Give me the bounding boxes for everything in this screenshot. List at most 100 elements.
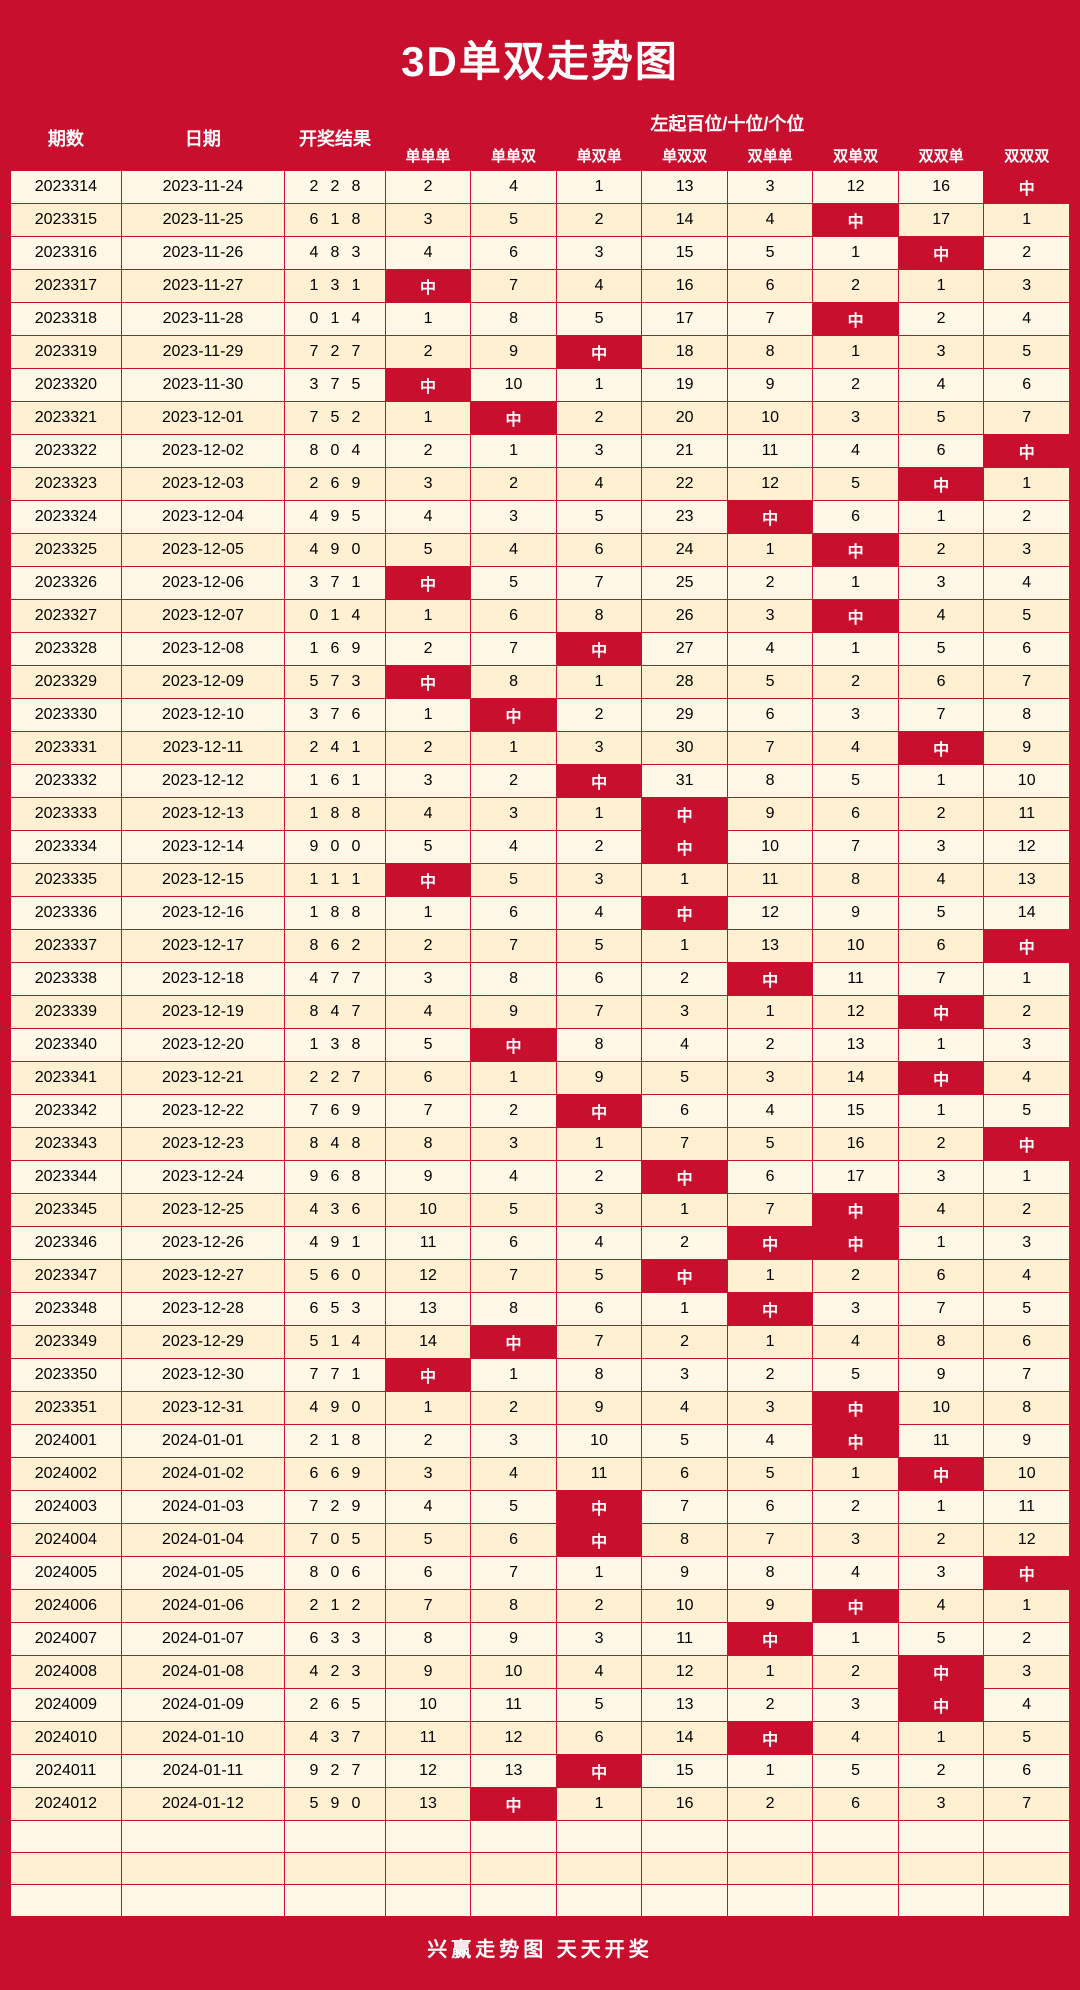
table-row: 20233502023-12-30771中1832597 [11, 1359, 1070, 1392]
cell-val-5: 4 [813, 435, 899, 468]
cell-val-7: 中 [984, 171, 1070, 204]
table-row: 20233482023-12-2865313861中375 [11, 1293, 1070, 1326]
cell-riqi: 2024-01-10 [121, 1722, 285, 1755]
cell-val-7: 中 [984, 930, 1070, 963]
cell-riqi: 2023-11-25 [121, 204, 285, 237]
cell-val-1: 7 [471, 930, 557, 963]
cell-qishu: 2024001 [11, 1425, 122, 1458]
cell-kaijang: 188 [285, 798, 386, 831]
cell-qishu: 2024012 [11, 1788, 122, 1821]
table-row: 20233252023-12-05490546241中23 [11, 534, 1070, 567]
cell-val-6: 3 [898, 567, 984, 600]
cell-val-1: 3 [471, 1128, 557, 1161]
cell-val-1: 中 [471, 699, 557, 732]
cell-val-4: 9 [727, 798, 813, 831]
cell-val-2: 9 [556, 1392, 642, 1425]
table-row: 20233342023-12-14900542中107312 [11, 831, 1070, 864]
cell-qishu: 2024008 [11, 1656, 122, 1689]
cell-val-4: 4 [727, 204, 813, 237]
cell-val-4: 1 [727, 996, 813, 1029]
cell-val-1: 3 [471, 501, 557, 534]
table-row: 20233352023-12-15111中531118413 [11, 864, 1070, 897]
cell-val-5: 5 [813, 1359, 899, 1392]
cell-val-4: 8 [727, 765, 813, 798]
cell-val-1: 7 [471, 1260, 557, 1293]
cell-qishu: 2023337 [11, 930, 122, 963]
cell-riqi: 2023-11-27 [121, 270, 285, 303]
cell-qishu: 2023314 [11, 171, 122, 204]
cell-val-4: 8 [727, 336, 813, 369]
cell-val-2: 2 [556, 402, 642, 435]
cell-val-3: 9 [642, 1557, 728, 1590]
cell-val-7: 2 [984, 1194, 1070, 1227]
cell-val-2: 8 [556, 1359, 642, 1392]
cell-val-5: 中 [813, 1392, 899, 1425]
cell-val-4: 3 [727, 600, 813, 633]
cell-val-0: 3 [385, 1458, 471, 1491]
cell-kaijang: 804 [285, 435, 386, 468]
cell-val-0: 5 [385, 831, 471, 864]
cell-val-2: 8 [556, 600, 642, 633]
cell-kaijang: 705 [285, 1524, 386, 1557]
cell-kaijang: 376 [285, 699, 386, 732]
cell-val-6: 6 [898, 435, 984, 468]
table-row: 20233402023-12-201385中8421313 [11, 1029, 1070, 1062]
cell-riqi: 2023-12-18 [121, 963, 285, 996]
cell-val-5: 5 [813, 765, 899, 798]
cell-kaijang: 862 [285, 930, 386, 963]
cell-val-4: 5 [727, 666, 813, 699]
cell-val-6: 1 [898, 1029, 984, 1062]
cell-val-7: 2 [984, 996, 1070, 1029]
cell-val-2: 11 [556, 1458, 642, 1491]
cell-val-1: 5 [471, 204, 557, 237]
cell-qishu: 2024005 [11, 1557, 122, 1590]
cell-kaijang: 131 [285, 270, 386, 303]
cell-val-2: 1 [556, 666, 642, 699]
cell-val-4: 2 [727, 1788, 813, 1821]
cell-riqi: 2023-12-11 [121, 732, 285, 765]
cell-val-6: 2 [898, 798, 984, 831]
cell-val-2: 3 [556, 732, 642, 765]
cell-val-2: 2 [556, 204, 642, 237]
table-row: 20233182023-11-28014185177中24 [11, 303, 1070, 336]
cell-val-5: 12 [813, 996, 899, 1029]
cell-riqi: 2023-11-26 [121, 237, 285, 270]
cell-qishu: 2023333 [11, 798, 122, 831]
cell-val-5: 11 [813, 963, 899, 996]
cell-qishu: 2023346 [11, 1227, 122, 1260]
cell-val-2: 3 [556, 864, 642, 897]
cell-val-6: 17 [898, 204, 984, 237]
table-body: 20233142023-11-242282411331216中202331520… [11, 171, 1070, 1917]
cell-val-3: 中 [642, 798, 728, 831]
cell-val-5: 中 [813, 534, 899, 567]
cell-val-2: 2 [556, 699, 642, 732]
cell-val-7: 6 [984, 633, 1070, 666]
cell-kaijang: 490 [285, 1392, 386, 1425]
cell-val-3: 19 [642, 369, 728, 402]
footer-text: 兴赢走势图 天天开奖 [8, 1919, 1072, 1970]
cell-val-7: 中 [984, 1128, 1070, 1161]
cell-val-7: 3 [984, 1656, 1070, 1689]
cell-kaijang: 265 [285, 1689, 386, 1722]
cell-val-2: 7 [556, 567, 642, 600]
cell-val-7: 7 [984, 666, 1070, 699]
cell-val-0: 3 [385, 963, 471, 996]
cell-val-1: 3 [471, 1425, 557, 1458]
cell-val-2: 4 [556, 270, 642, 303]
cell-val-5: 1 [813, 1458, 899, 1491]
cell-val-3: 23 [642, 501, 728, 534]
cell-val-5: 10 [813, 930, 899, 963]
table-row: 20233302023-12-103761中2296378 [11, 699, 1070, 732]
cell-val-5: 16 [813, 1128, 899, 1161]
table-row: 20240062024-01-06212782109中41 [11, 1590, 1070, 1623]
cell-val-6: 4 [898, 864, 984, 897]
cell-val-0: 中 [385, 270, 471, 303]
cell-val-6: 7 [898, 1293, 984, 1326]
cell-val-0: 12 [385, 1755, 471, 1788]
table-row: 20240072024-01-0763389311中152 [11, 1623, 1070, 1656]
cell-val-2: 中 [556, 633, 642, 666]
cell-kaijang: 014 [285, 303, 386, 336]
cell-val-2: 5 [556, 303, 642, 336]
cell-val-5: 7 [813, 831, 899, 864]
cell-val-6: 5 [898, 1623, 984, 1656]
